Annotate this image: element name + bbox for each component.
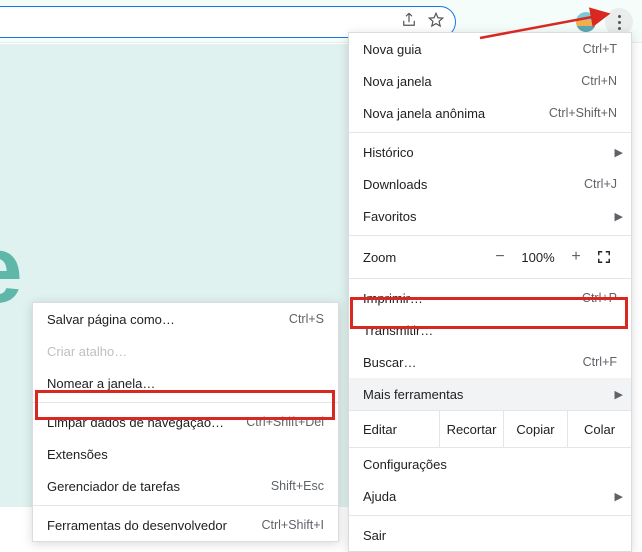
submenu-create-shortcut: Criar atalho…	[33, 335, 338, 367]
submenu-name-window[interactable]: Nomear a janela…	[33, 367, 338, 399]
menu-cast[interactable]: Transmitir…	[349, 314, 631, 346]
submenu-extensions[interactable]: Extensões	[33, 438, 338, 470]
zoom-label: Zoom	[363, 250, 485, 265]
more-tools-submenu: Salvar página como…Ctrl+S Criar atalho… …	[32, 302, 339, 542]
menu-incognito[interactable]: Nova janela anônimaCtrl+Shift+N	[349, 97, 631, 129]
chevron-right-icon: ▶	[615, 210, 623, 223]
menu-help[interactable]: Ajuda▶	[349, 480, 631, 512]
menu-new-window[interactable]: Nova janelaCtrl+N	[349, 65, 631, 97]
menu-settings[interactable]: Configurações	[349, 448, 631, 480]
share-icon[interactable]	[400, 11, 418, 29]
bookmark-star-icon[interactable]	[427, 11, 445, 29]
chevron-right-icon: ▶	[615, 490, 623, 503]
menu-zoom: Zoom − 100% +	[349, 239, 631, 275]
edit-cut[interactable]: Recortar	[439, 411, 503, 447]
zoom-out-button[interactable]: −	[485, 248, 515, 266]
submenu-task-manager[interactable]: Gerenciador de tarefasShift+Esc	[33, 470, 338, 502]
menu-history[interactable]: Histórico▶	[349, 136, 631, 168]
menu-new-tab[interactable]: Nova guiaCtrl+T	[349, 33, 631, 65]
zoom-in-button[interactable]: +	[561, 248, 591, 266]
menu-more-tools[interactable]: Mais ferramentas▶	[349, 378, 631, 410]
google-logo-fragment: gle	[0, 215, 20, 325]
fullscreen-icon[interactable]	[591, 250, 617, 264]
submenu-clear-browsing-data[interactable]: Limpar dados de navegação…Ctrl+Shift+Del	[33, 406, 338, 438]
chevron-right-icon: ▶	[615, 146, 623, 159]
profile-avatar[interactable]	[576, 12, 596, 32]
submenu-dev-tools[interactable]: Ferramentas do desenvolvedorCtrl+Shift+I	[33, 509, 338, 541]
menu-edit-row: Editar Recortar Copiar Colar	[349, 410, 631, 448]
submenu-save-page[interactable]: Salvar página como…Ctrl+S	[33, 303, 338, 335]
menu-exit[interactable]: Sair	[349, 519, 631, 551]
menu-downloads[interactable]: DownloadsCtrl+J	[349, 168, 631, 200]
chevron-right-icon: ▶	[615, 388, 623, 401]
edit-paste[interactable]: Colar	[567, 411, 631, 447]
zoom-value: 100%	[515, 250, 561, 265]
menu-find[interactable]: Buscar…Ctrl+F	[349, 346, 631, 378]
edit-copy[interactable]: Copiar	[503, 411, 567, 447]
menu-print[interactable]: Imprimir…Ctrl+P	[349, 282, 631, 314]
edit-label: Editar	[349, 411, 439, 447]
menu-bookmarks[interactable]: Favoritos▶	[349, 200, 631, 232]
chrome-main-menu: Nova guiaCtrl+T Nova janelaCtrl+N Nova j…	[348, 32, 632, 552]
